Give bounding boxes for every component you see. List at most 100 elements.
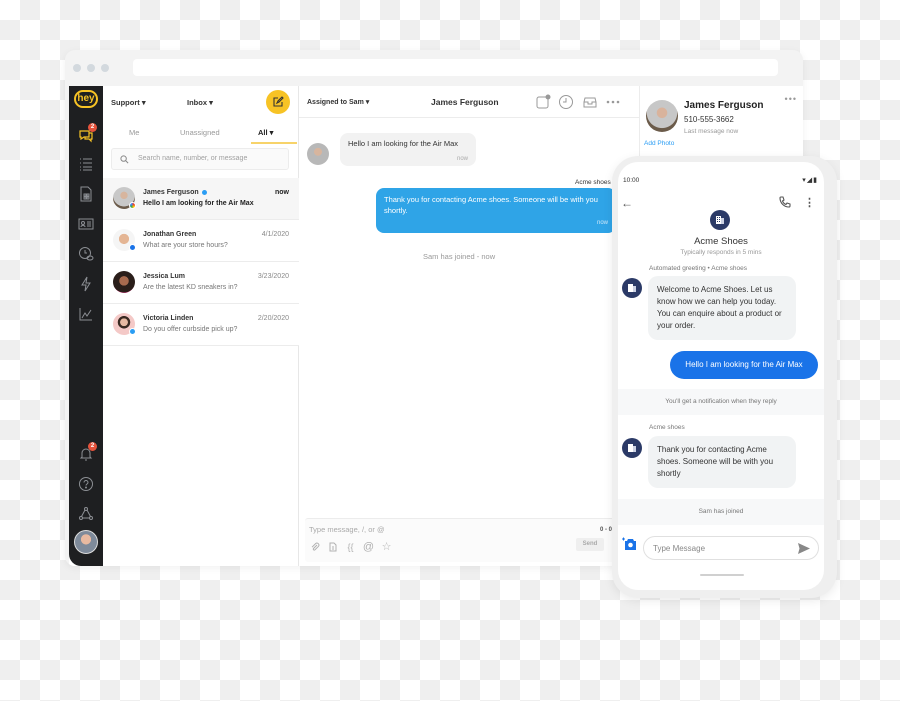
user-avatar[interactable] [74, 530, 98, 554]
system-message: Sam has joined - now [423, 252, 496, 261]
verified-icon [201, 189, 207, 195]
conversation-row[interactable]: Victoria Linden Do you offer curbside pi… [103, 304, 299, 346]
conversation-row[interactable]: Jessica Lum Are the latest KD sneakers i… [103, 262, 299, 304]
greeting-message: Welcome to Acme Shoes. Let us know how w… [648, 276, 796, 340]
send-icon[interactable] [798, 543, 810, 554]
template-icon[interactable] [327, 541, 338, 552]
integrations-icon[interactable] [76, 504, 96, 524]
character-counter: 0 - 0 [600, 527, 613, 533]
assignment-tabs: Me Unassigned All ▾ [103, 124, 299, 144]
message-composer[interactable]: Type message, /, or @ {{ @ ☆ 0 - 0 Send [305, 518, 635, 562]
conversation-date: now [275, 189, 289, 196]
tab-all[interactable]: All ▾ [258, 128, 273, 137]
search-placeholder: Search name, number, or message [138, 155, 248, 162]
business-response-time: Typically responds in 5 mins [680, 249, 762, 256]
contact-avatar [113, 271, 135, 293]
phone-screen: 10:00 ▾◢▮ ← ⋮ Acme Shoes Typically respo… [618, 162, 824, 590]
business-logo [710, 210, 730, 230]
list-icon[interactable] [76, 154, 96, 174]
back-arrow-icon[interactable]: ← [621, 196, 633, 210]
status-bar-icons: ▾◢▮ [802, 177, 818, 184]
notification-banner: You'll get a notification when they repl… [618, 389, 824, 415]
conversation-preview: What are your store hours? [143, 242, 228, 249]
title-bar [65, 50, 803, 86]
contact-name: James Ferguson [684, 100, 764, 111]
business-avatar [622, 438, 642, 458]
google-source-icon [129, 202, 136, 209]
conversations-icon[interactable]: 2 [76, 123, 97, 145]
building-icon [628, 284, 636, 292]
add-photo-link[interactable]: Add Photo [644, 140, 674, 147]
hey-logo[interactable]: hey [74, 90, 98, 108]
conversation-name: James Ferguson [143, 189, 207, 196]
phone-input-placeholder: Type Message [653, 544, 706, 553]
message-text: Thank you for contacting Acme shoes. Som… [384, 195, 598, 215]
sender-label: Acme shoes [575, 179, 611, 186]
conversation-date: 2/20/2020 [257, 315, 289, 322]
conversation-row[interactable]: Jonathan Green What are your store hours… [103, 220, 299, 262]
conversation-date: 4/1/2020 [261, 231, 289, 238]
search-icon [120, 155, 129, 164]
conversations-badge: 2 [88, 123, 97, 132]
mention-icon[interactable]: @ [363, 541, 374, 553]
attachment-icon[interactable] [309, 541, 320, 552]
contacts-icon[interactable] [76, 214, 96, 234]
compose-button[interactable] [266, 90, 290, 114]
search-input[interactable]: Search name, number, or message [111, 148, 289, 170]
automations-icon[interactable] [76, 274, 96, 294]
contact-more-icon[interactable]: ••• [785, 94, 797, 104]
help-icon[interactable] [76, 474, 96, 494]
home-indicator [700, 574, 744, 576]
building-icon [628, 444, 636, 452]
message-time: now [456, 156, 468, 162]
window-dot-close[interactable] [73, 64, 81, 72]
conversation-list-panel: Support ▾ Inbox ▾ Me Unassigned All ▾ Se… [103, 86, 299, 566]
address-bar[interactable] [133, 59, 778, 76]
conversation-preview: Are the latest KD sneakers in? [143, 284, 238, 291]
chat-panel: Assigned to Sam ▾ James Ferguson Hello I… [299, 86, 639, 566]
more-options-icon[interactable] [605, 94, 621, 110]
window-dot-minimize[interactable] [87, 64, 95, 72]
last-message-info: Last message now [684, 128, 739, 135]
scheduled-messages-icon[interactable] [76, 244, 96, 264]
team-dropdown[interactable]: Support ▾ [111, 98, 146, 107]
window-dot-maximize[interactable] [101, 64, 109, 72]
message-time: now [596, 220, 608, 226]
conversation-date: 3/23/2020 [257, 273, 289, 280]
building-icon [716, 216, 724, 224]
tab-unassigned[interactable]: Unassigned [180, 128, 220, 137]
tab-me[interactable]: Me [129, 128, 139, 137]
left-nav: hey 2 2 [69, 86, 103, 566]
contact-photo [646, 100, 678, 132]
contact-panel: James Ferguson 510-555-3662 Last message… [639, 86, 803, 156]
outgoing-message: Thank you for contacting Acme shoes. Som… [376, 188, 616, 233]
conversation-preview: Hello I am looking for the Air Max [143, 200, 254, 207]
phone-message-input[interactable]: Type Message [643, 536, 819, 560]
assignee-dropdown[interactable]: Assigned to Sam ▾ [307, 98, 369, 106]
conversation-row[interactable]: James Ferguson Hello I am looking for th… [103, 178, 299, 220]
sms-source-icon [129, 244, 136, 251]
business-avatar [622, 278, 642, 298]
reports-icon[interactable] [76, 304, 96, 324]
notifications-icon[interactable]: 2 [76, 442, 97, 464]
conversation-list-header: Support ▾ Inbox ▾ [103, 86, 299, 118]
variables-icon[interactable]: {{ [345, 541, 356, 552]
mark-unread-icon[interactable] [535, 94, 551, 110]
business-name: Acme Shoes [694, 236, 748, 247]
archive-icon[interactable] [582, 94, 598, 110]
star-icon[interactable]: ☆ [381, 541, 392, 553]
chat-header: Assigned to Sam ▾ James Ferguson [299, 86, 639, 118]
kebab-menu-icon[interactable]: ⋮ [804, 196, 815, 209]
status-bar-time: 10:00 [623, 177, 640, 184]
send-button[interactable]: Send [576, 538, 604, 551]
message-text: Hello I am looking for the Air Max [348, 139, 459, 148]
snooze-clock-icon[interactable] [558, 94, 574, 110]
composer-placeholder: Type message, /, or @ [309, 525, 385, 534]
camera-icon[interactable] [622, 537, 638, 551]
form-icon[interactable] [76, 184, 96, 204]
chat-title: James Ferguson [431, 97, 499, 107]
messenger-source-icon [129, 328, 136, 335]
folder-dropdown[interactable]: Inbox ▾ [187, 98, 213, 107]
conversation-name: Victoria Linden [143, 315, 194, 322]
phone-call-icon[interactable] [779, 196, 791, 208]
